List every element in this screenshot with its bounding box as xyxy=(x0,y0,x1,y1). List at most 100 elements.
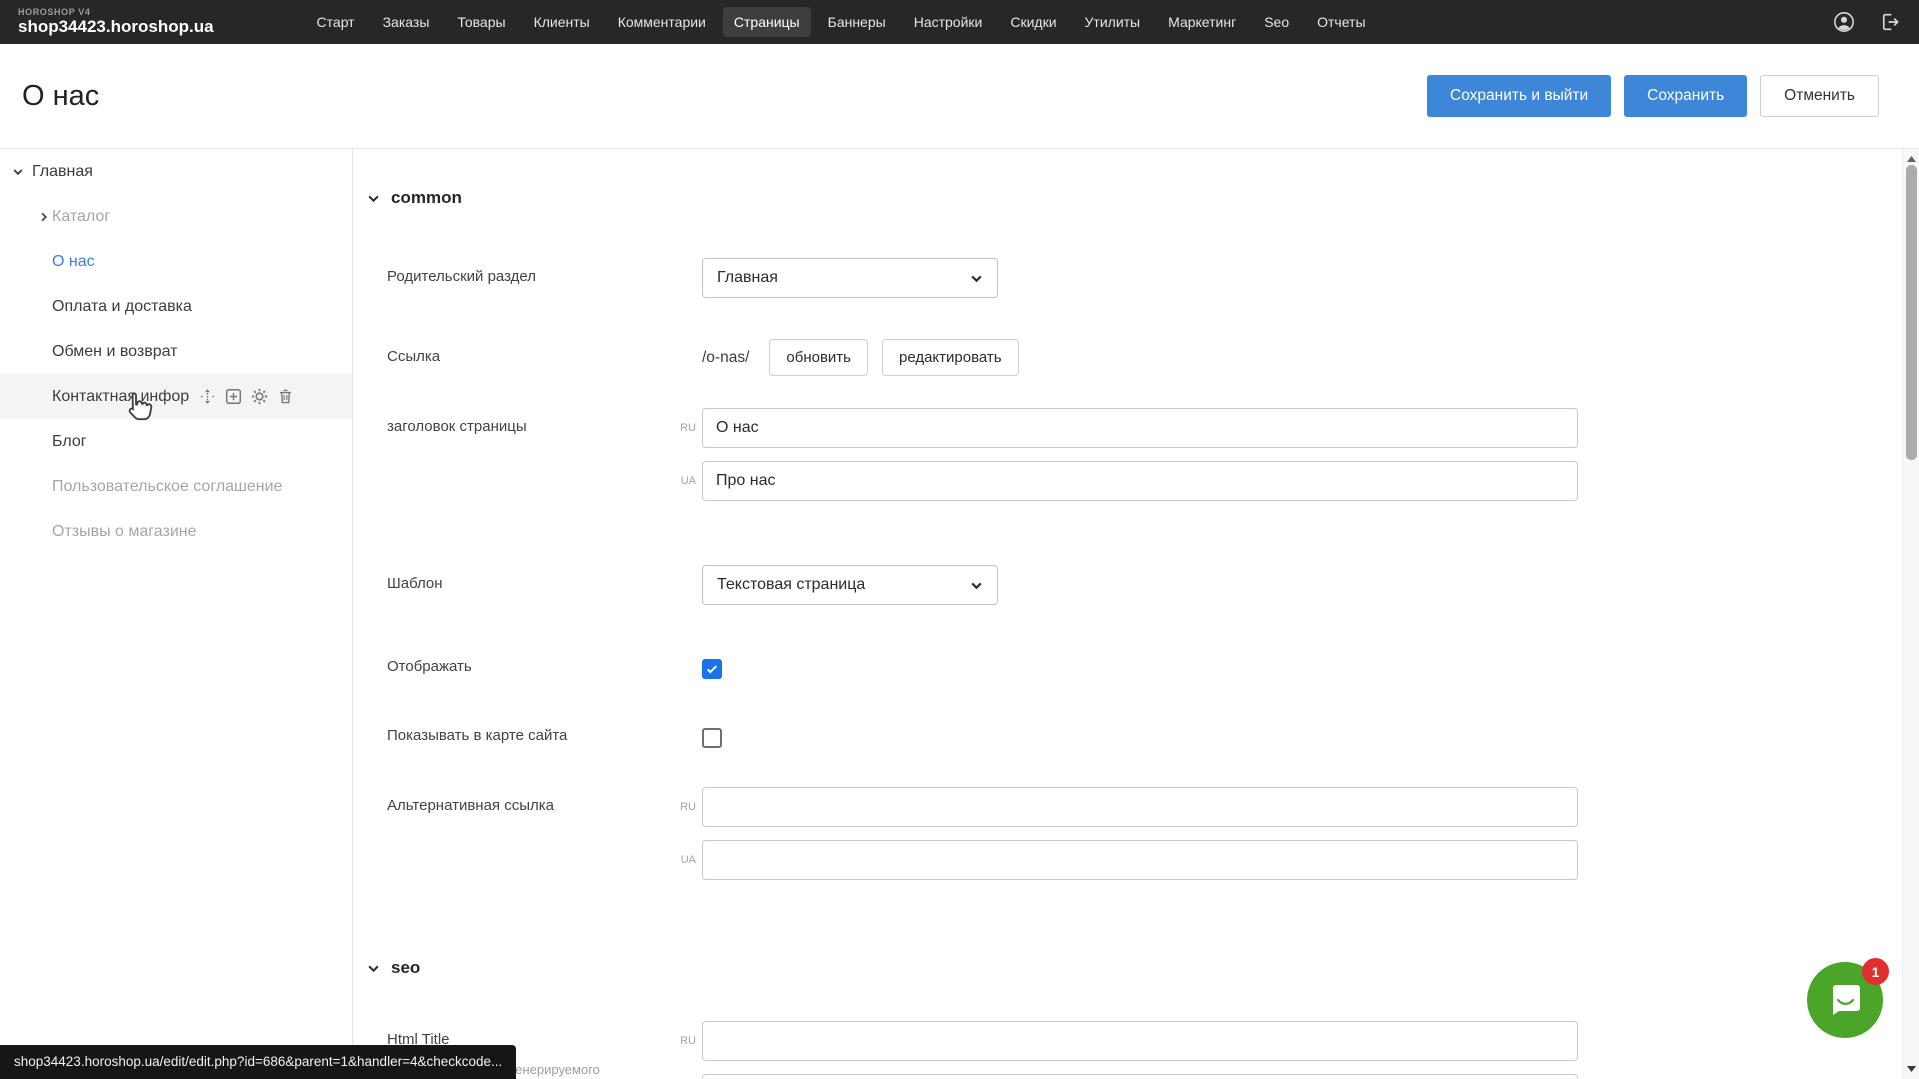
html-title-row: Html Title Полная замена title, генериру… xyxy=(367,1021,1919,1079)
sidebar-item-label: О нас xyxy=(52,253,95,271)
template-row: Шаблон Текстовая страница xyxy=(367,565,1919,605)
brand-version-label: HOROSHOP V4 xyxy=(18,7,214,17)
chevron-down-icon xyxy=(970,272,983,285)
template-label: Шаблон xyxy=(387,565,702,605)
template-select[interactable]: Текстовая страница xyxy=(702,565,998,605)
scrollbar-thumb[interactable] xyxy=(1906,165,1917,460)
link-edit-button[interactable]: редактировать xyxy=(882,339,1019,376)
html-title-ru-input[interactable] xyxy=(702,1021,1578,1061)
display-row: Отображать xyxy=(367,658,1919,679)
trash-icon[interactable] xyxy=(277,388,294,405)
tree-item-actions xyxy=(199,388,294,405)
chat-widget-button[interactable]: 1 xyxy=(1807,962,1883,1038)
sidebar-item-exchange-return[interactable]: Обмен и возврат xyxy=(0,329,352,374)
nav-item-start[interactable]: Старт xyxy=(306,7,366,37)
sidebar-item-store-reviews[interactable]: Отзывы о магазине xyxy=(0,509,352,554)
vertical-scrollbar[interactable] xyxy=(1902,149,1919,1079)
sidebar-item-home[interactable]: Главная xyxy=(0,149,352,194)
nav-item-utilities[interactable]: Утилиты xyxy=(1074,7,1152,37)
nav-item-settings[interactable]: Настройки xyxy=(903,7,994,37)
chevron-right-icon[interactable] xyxy=(38,211,50,223)
section-seo-header[interactable]: seo xyxy=(367,956,1919,980)
topbar-right-icons xyxy=(1833,11,1901,33)
sidebar-item-label: Пользовательское соглашение xyxy=(52,478,282,496)
lang-tag-ru: RU xyxy=(670,801,696,813)
sitemap-checkbox[interactable] xyxy=(702,728,722,748)
triangle-down-icon xyxy=(1907,1066,1916,1072)
display-label: Отображать xyxy=(387,658,702,679)
main-nav: Старт Заказы Товары Клиенты Комментарии … xyxy=(306,7,1377,37)
sidebar-item-contact-info[interactable]: Контактная инфор xyxy=(0,374,352,419)
page-title-ru-input[interactable] xyxy=(702,408,1578,448)
link-label: Ссылка xyxy=(387,338,702,376)
user-avatar-icon[interactable] xyxy=(1833,11,1855,33)
sidebar-item-about[interactable]: О нас xyxy=(0,239,352,284)
section-common-title: common xyxy=(391,188,462,208)
sidebar-item-catalog[interactable]: Каталог xyxy=(0,194,352,239)
sidebar-item-label: Обмен и возврат xyxy=(52,343,177,361)
nav-item-seo[interactable]: Seo xyxy=(1253,7,1300,37)
sidebar-item-label: Каталог xyxy=(52,208,110,226)
logout-icon[interactable] xyxy=(1879,11,1901,33)
status-url-tooltip: shop34423.horoshop.ua/edit/edit.php?id=6… xyxy=(0,1045,516,1079)
section-common-header[interactable]: common xyxy=(367,186,1919,210)
nav-item-orders[interactable]: Заказы xyxy=(372,7,441,37)
nav-item-marketing[interactable]: Маркетинг xyxy=(1157,7,1247,37)
save-and-exit-button[interactable]: Сохранить и выйти xyxy=(1427,75,1611,117)
nav-item-banners[interactable]: Баннеры xyxy=(817,7,897,37)
scrollbar-down-arrow[interactable] xyxy=(1903,1061,1919,1077)
nav-item-pages[interactable]: Страницы xyxy=(723,7,811,37)
nav-item-reports[interactable]: Отчеты xyxy=(1306,7,1376,37)
display-checkbox[interactable] xyxy=(702,659,722,679)
sidebar-item-blog[interactable]: Блог xyxy=(0,419,352,464)
alt-link-row: Альтернативная ссылка RU UA xyxy=(367,787,1919,893)
pages-tree-sidebar: Главная Каталог О нас Оплата и доставка … xyxy=(0,149,353,1079)
sitemap-label: Показывать в карте сайта xyxy=(387,727,702,748)
chat-bubble-icon xyxy=(1825,980,1865,1020)
lang-tag-ua: UA xyxy=(670,854,696,866)
template-value: Текстовая страница xyxy=(717,576,865,594)
chevron-down-icon xyxy=(970,579,983,592)
page-edit-form: common Родительский раздел Главная Ссылк… xyxy=(353,149,1919,1079)
brand-logo[interactable]: HOROSHOP V4 shop34423.horoshop.ua xyxy=(18,7,214,37)
add-page-icon[interactable] xyxy=(225,388,242,405)
top-navigation-bar: HOROSHOP V4 shop34423.horoshop.ua Старт … xyxy=(0,0,1919,44)
sidebar-item-label: Блог xyxy=(52,433,87,451)
alt-link-ua-input[interactable] xyxy=(702,840,1578,880)
alt-link-ru-input[interactable] xyxy=(702,787,1578,827)
parent-section-row: Родительский раздел Главная xyxy=(367,258,1919,298)
lang-tag-ua: UA xyxy=(670,475,696,487)
page-title-row: заголовок страницы RU UA xyxy=(367,408,1919,514)
chevron-down-icon[interactable] xyxy=(12,166,24,178)
page-title-ua-input[interactable] xyxy=(702,461,1578,501)
link-path-value: /o-nas/ xyxy=(702,349,749,367)
sidebar-item-label: Отзывы о магазине xyxy=(52,523,197,541)
brand-domain-label: shop34423.horoshop.ua xyxy=(18,17,214,37)
triangle-up-icon xyxy=(1907,156,1916,162)
link-refresh-button[interactable]: обновить xyxy=(769,339,868,376)
chevron-down-icon xyxy=(367,192,380,205)
page-title-label: заголовок страницы xyxy=(387,408,702,514)
parent-section-label: Родительский раздел xyxy=(387,258,702,298)
cancel-button[interactable]: Отменить xyxy=(1760,75,1879,117)
save-button[interactable]: Сохранить xyxy=(1624,75,1747,117)
sidebar-item-label: Оплата и доставка xyxy=(52,298,192,316)
parent-section-select[interactable]: Главная xyxy=(702,258,998,298)
page-title: О нас xyxy=(22,80,99,113)
html-title-ua-input[interactable] xyxy=(702,1074,1578,1079)
chat-unread-badge: 1 xyxy=(1862,958,1889,985)
header-action-buttons: Сохранить и выйти Сохранить Отменить xyxy=(1427,75,1879,117)
gear-icon[interactable] xyxy=(251,388,268,405)
sidebar-item-payment-delivery[interactable]: Оплата и доставка xyxy=(0,284,352,329)
nav-item-clients[interactable]: Клиенты xyxy=(523,7,601,37)
nav-item-discounts[interactable]: Скидки xyxy=(999,7,1067,37)
sidebar-item-user-agreement[interactable]: Пользовательское соглашение xyxy=(0,464,352,509)
lang-tag-ru: RU xyxy=(670,422,696,434)
alt-link-label: Альтернативная ссылка xyxy=(387,787,702,893)
sidebar-item-label: Контактная инфор xyxy=(52,388,189,406)
nav-item-comments[interactable]: Комментарии xyxy=(607,7,717,37)
section-seo-title: seo xyxy=(391,958,420,978)
drag-move-icon[interactable] xyxy=(199,388,216,405)
checkmark-icon xyxy=(705,662,719,676)
nav-item-products[interactable]: Товары xyxy=(446,7,516,37)
